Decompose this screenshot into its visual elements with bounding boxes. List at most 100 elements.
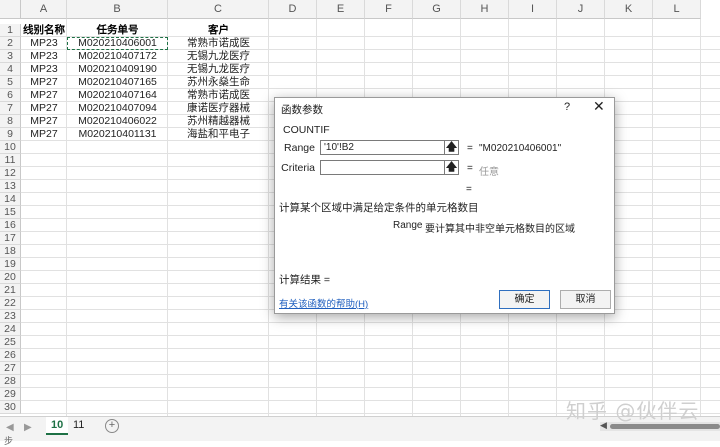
row-header[interactable]: 14 [0,193,21,206]
cell[interactable]: 无锡九龙医疗 [168,50,269,63]
grid-line [21,322,720,323]
row-header[interactable]: 16 [0,219,21,232]
cell[interactable]: M020210407172 [67,50,168,63]
column-header[interactable]: G [413,0,461,19]
cell[interactable]: MP27 [21,76,67,89]
column-header[interactable]: H [461,0,509,19]
tab-nav-right-icon[interactable]: ▶ [24,422,32,433]
column-header[interactable]: L [653,0,701,19]
row-header[interactable]: 23 [0,310,21,323]
ok-button[interactable]: 确定 [499,290,550,309]
criteria-equals: = [467,163,473,174]
criteria-value-preview: 任意 [479,167,499,178]
cell[interactable]: MP23 [21,37,67,50]
param-name: Range [393,220,423,231]
row-header[interactable]: 21 [0,284,21,297]
function-description: 计算某个区域中满足给定条件的单元格数目 [279,202,479,214]
column-header[interactable]: D [269,0,317,19]
cell[interactable]: M020210409190 [67,63,168,76]
cell[interactable]: M020210407164 [67,89,168,102]
column-header[interactable]: C [168,0,269,19]
range-label: Range [284,142,315,154]
cell[interactable]: 任务单号 [67,24,168,37]
cell[interactable]: MP27 [21,128,67,141]
scrollbar-thumb[interactable] [610,424,720,429]
row-header[interactable]: 11 [0,154,21,167]
cell[interactable]: 海盐和平电子 [168,128,269,141]
row-header[interactable]: 28 [0,375,21,388]
function-arguments-dialog: 函数参数 ? ✕ COUNTIF Range '10'!B2 🡅 = "M020… [274,97,615,314]
row-header[interactable]: 7 [0,102,21,115]
column-header[interactable]: I [509,0,557,19]
tab-nav-left-icon[interactable]: ◀ [6,422,14,433]
cell[interactable]: M020210407094 [67,102,168,115]
row-header[interactable]: 26 [0,349,21,362]
column-header[interactable]: A [21,0,67,19]
copy-marquee [67,37,168,50]
cell[interactable]: 常熟市诺成医 [168,89,269,102]
row-header[interactable]: 20 [0,271,21,284]
range-value-preview: "M020210406001" [479,143,562,154]
row-header[interactable]: 25 [0,336,21,349]
cell[interactable]: MP27 [21,89,67,102]
column-header[interactable]: E [317,0,365,19]
help-icon[interactable]: ? [564,101,570,113]
cell[interactable]: MP23 [21,63,67,76]
row-header[interactable]: 15 [0,206,21,219]
criteria-input[interactable] [320,160,445,175]
grid-line [21,348,720,349]
row-header[interactable]: 18 [0,245,21,258]
row-header[interactable]: 3 [0,50,21,63]
close-icon[interactable]: ✕ [593,98,605,115]
criteria-label: Criteria [281,162,315,174]
cell[interactable]: MP27 [21,102,67,115]
column-header[interactable]: J [557,0,605,19]
cell[interactable]: 苏州精越器械 [168,115,269,128]
row-header[interactable]: 10 [0,141,21,154]
row-header[interactable]: 8 [0,115,21,128]
grid-line [21,361,720,362]
cell[interactable]: 无锡九龙医疗 [168,63,269,76]
row-header[interactable]: 9 [0,128,21,141]
row-header[interactable]: 5 [0,76,21,89]
sheet-tab-11[interactable]: 11 [68,417,89,433]
cell[interactable]: M020210407165 [67,76,168,89]
row-header[interactable]: 17 [0,232,21,245]
cell[interactable]: MP23 [21,50,67,63]
cancel-button[interactable]: 取消 [560,290,611,309]
column-header[interactable]: F [365,0,413,19]
row-header[interactable]: 24 [0,323,21,336]
cell[interactable]: M020210401131 [67,128,168,141]
function-result-equals: = [466,184,472,195]
cell[interactable]: MP27 [21,115,67,128]
function-help-link[interactable]: 有关该函数的帮助(H) [279,296,368,310]
row-header[interactable]: 4 [0,63,21,76]
add-sheet-icon[interactable]: + [105,419,119,433]
watermark: 知乎 @伙伴云 [566,399,700,423]
criteria-collapse-button[interactable]: 🡅 [445,160,459,175]
sheet-tab-10[interactable]: 10 [46,417,69,435]
range-input[interactable]: '10'!B2 [320,140,445,155]
row-header[interactable]: 1 [0,24,21,37]
row-header[interactable]: 30 [0,401,21,414]
dialog-title: 函数参数 [281,104,323,116]
cell[interactable]: 线别名称 [21,24,67,37]
column-header[interactable]: K [605,0,653,19]
cell[interactable]: 客户 [168,24,269,37]
cell[interactable]: 常熟市诺成医 [168,37,269,50]
row-header[interactable]: 29 [0,388,21,401]
select-all-corner[interactable] [0,0,21,19]
row-header[interactable]: 27 [0,362,21,375]
cell[interactable]: 康诺医疗器械 [168,102,269,115]
row-header[interactable]: 19 [0,258,21,271]
row-header[interactable]: 2 [0,37,21,50]
cell[interactable]: 苏州永燊生命 [168,76,269,89]
row-header[interactable]: 13 [0,180,21,193]
range-equals: = [467,143,473,154]
range-collapse-button[interactable]: 🡅 [445,140,459,155]
row-header[interactable]: 6 [0,89,21,102]
row-header[interactable]: 12 [0,167,21,180]
column-header[interactable]: B [67,0,168,19]
cell[interactable]: M020210406022 [67,115,168,128]
row-header[interactable]: 22 [0,297,21,310]
